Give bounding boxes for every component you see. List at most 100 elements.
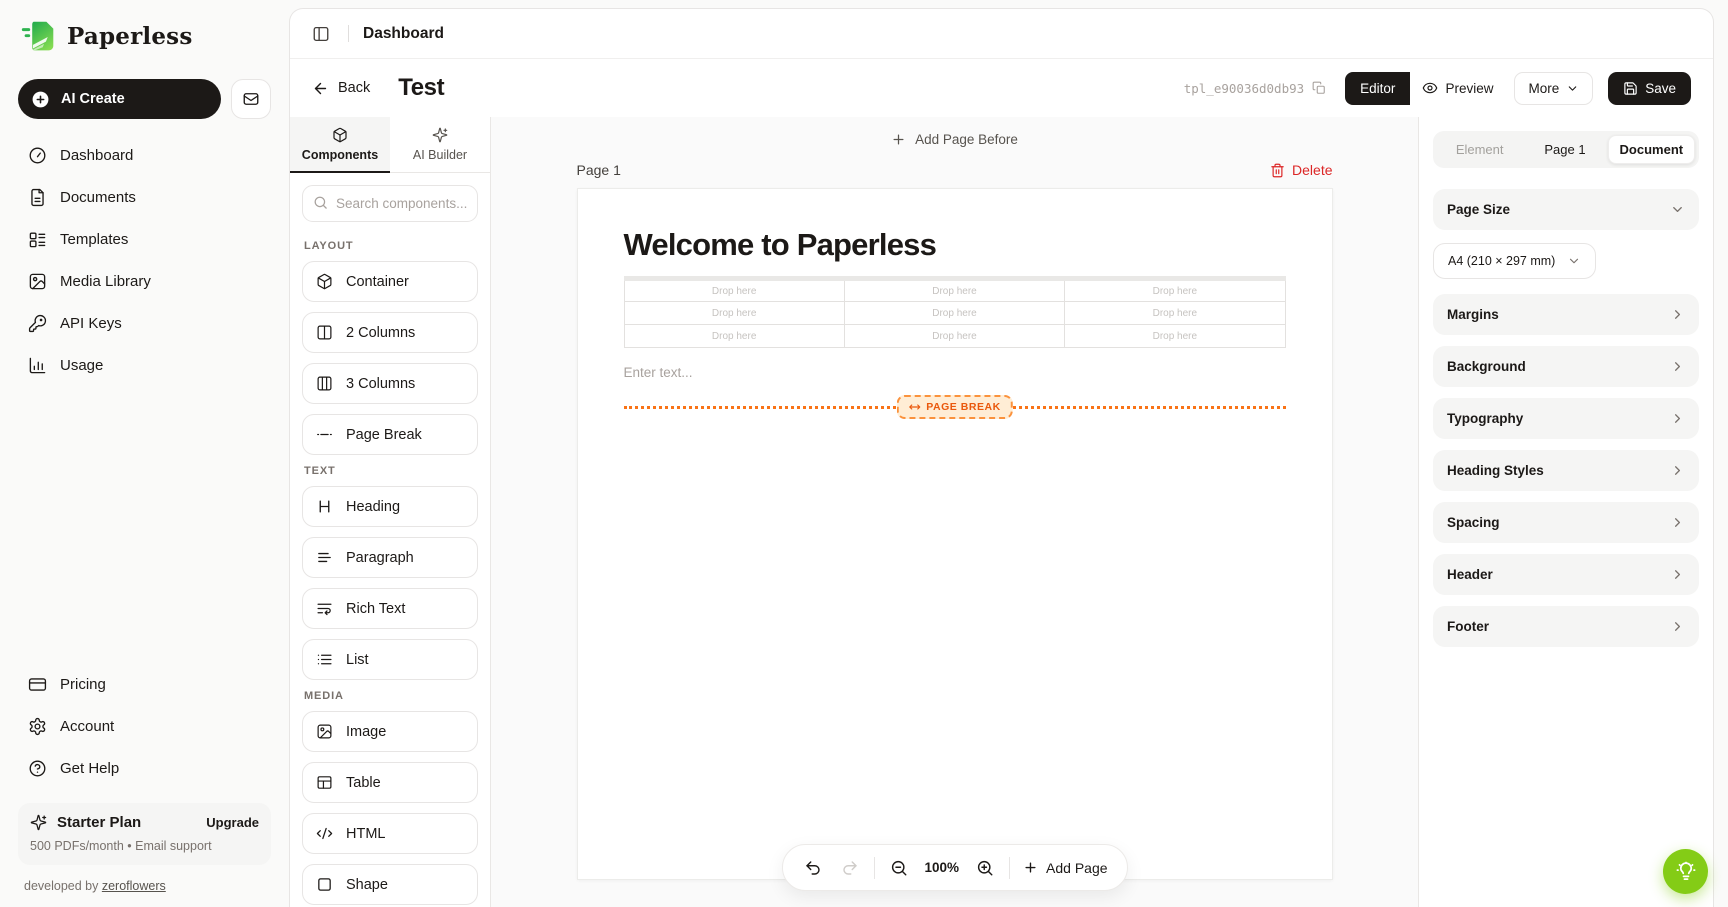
ai-create-button[interactable]: AI Create (18, 79, 221, 119)
credit-link[interactable]: zeroflowers (102, 879, 166, 893)
sidebar-item-media-library[interactable]: Media Library (18, 261, 271, 302)
zoom-out-icon (889, 859, 907, 877)
sidebar-item-templates[interactable]: Templates (18, 219, 271, 260)
page-size-section[interactable]: Page Size (1433, 189, 1699, 230)
component-item-container[interactable]: Container (302, 261, 478, 302)
page-break-badge[interactable]: PAGE BREAK (896, 395, 1012, 419)
more-button[interactable]: More (1514, 72, 1593, 105)
editor-mode-button[interactable]: Editor (1345, 72, 1410, 105)
redo-button[interactable] (836, 855, 862, 881)
assistant-fab[interactable] (1663, 849, 1708, 894)
component-item-3-columns[interactable]: 3 Columns (302, 363, 478, 404)
add-page-button[interactable]: Add Page (1021, 856, 1110, 880)
background-section[interactable]: Background (1433, 346, 1699, 387)
drop-zone-cell[interactable]: Drop here (844, 302, 1064, 325)
table-icon (316, 774, 333, 791)
sidebar-item-get-help[interactable]: Get Help (18, 748, 271, 789)
drop-zone-cell[interactable]: Drop here (1065, 302, 1285, 325)
margins-section[interactable]: Margins (1433, 294, 1699, 335)
page-header-row: Page 1 Delete (577, 162, 1333, 178)
zoom-in-button[interactable] (972, 855, 998, 881)
component-item-paragraph[interactable]: Paragraph (302, 537, 478, 578)
tab-label: Components (302, 148, 378, 162)
footer-section[interactable]: Footer (1433, 606, 1699, 647)
drop-zone-cell[interactable]: Drop here (624, 302, 844, 325)
save-button[interactable]: Save (1608, 72, 1691, 105)
plus-circle-icon (31, 90, 50, 109)
preview-mode-button[interactable]: Preview (1410, 71, 1505, 105)
tab-ai-builder[interactable]: AI Builder (390, 117, 490, 172)
section-title-layout: LAYOUT (304, 240, 478, 252)
topbar-divider (348, 25, 349, 42)
section-title-text: TEXT (304, 465, 478, 477)
component-label: 2 Columns (346, 325, 415, 341)
tab-page-1[interactable]: Page 1 (1522, 135, 1607, 164)
drop-zone-cell[interactable]: Drop here (844, 279, 1064, 302)
row-label: Spacing (1447, 515, 1500, 530)
zoom-in-icon (976, 859, 994, 877)
sidebar-item-pricing[interactable]: Pricing (18, 664, 271, 705)
tab-element[interactable]: Element (1437, 135, 1522, 164)
columns-3-icon (316, 375, 333, 392)
component-item-2-columns[interactable]: 2 Columns (302, 312, 478, 353)
delete-page-button[interactable]: Delete (1270, 162, 1332, 178)
component-label: 3 Columns (346, 376, 415, 392)
table-row: Drop here Drop here Drop here (624, 302, 1285, 325)
typography-section[interactable]: Typography (1433, 398, 1699, 439)
header-section[interactable]: Header (1433, 554, 1699, 595)
sidebar-item-account[interactable]: Account (18, 706, 271, 747)
component-item-shape[interactable]: Shape (302, 864, 478, 905)
row-label: Margins (1447, 307, 1499, 322)
arrow-left-icon (312, 80, 329, 97)
component-label: Paragraph (346, 550, 414, 566)
components-panel: Components AI Builder LAYOUT Contain (290, 117, 491, 907)
drop-zone-cell[interactable]: Drop here (1065, 325, 1285, 348)
spacing-section[interactable]: Spacing (1433, 502, 1699, 543)
page-size-select[interactable]: A4 (210 × 297 mm) (1433, 243, 1596, 279)
nav-label: Account (60, 718, 114, 735)
add-page-before-button[interactable]: Add Page Before (891, 132, 1018, 147)
component-item-heading[interactable]: Heading (302, 486, 478, 527)
component-item-list[interactable]: List (302, 639, 478, 680)
toolbar-divider (873, 857, 874, 879)
component-item-table[interactable]: Table (302, 762, 478, 803)
upgrade-button[interactable]: Upgrade (206, 815, 259, 830)
sidebar-toggle-button[interactable] (308, 21, 334, 47)
row-label: Heading Styles (1447, 463, 1544, 478)
component-item-page-break[interactable]: Page Break (302, 414, 478, 455)
text-block-placeholder[interactable]: Enter text... (624, 365, 1286, 380)
box-icon (332, 127, 348, 143)
drop-zone-cell[interactable]: Drop here (844, 325, 1064, 348)
sidebar-item-documents[interactable]: Documents (18, 177, 271, 218)
drop-zone-cell[interactable]: Drop here (1065, 279, 1285, 302)
panel-left-icon (312, 25, 330, 43)
chevron-right-icon (1670, 359, 1685, 374)
drop-zone-cell[interactable]: Drop here (624, 325, 844, 348)
tab-document[interactable]: Document (1608, 135, 1695, 164)
component-label: Image (346, 724, 386, 740)
wrap-text-icon (316, 600, 333, 617)
component-item-html[interactable]: HTML (302, 813, 478, 854)
mail-button[interactable] (231, 79, 271, 119)
sidebar-item-api-keys[interactable]: API Keys (18, 303, 271, 344)
search-components-input[interactable] (302, 185, 478, 222)
zoom-out-button[interactable] (885, 855, 911, 881)
editor-canvas: Add Page Before Page 1 Delete Welcome to… (491, 117, 1418, 907)
heading-styles-section[interactable]: Heading Styles (1433, 450, 1699, 491)
component-label: List (346, 652, 369, 668)
tab-components[interactable]: Components (290, 117, 390, 172)
sidebar-item-dashboard[interactable]: Dashboard (18, 135, 271, 176)
undo-button[interactable] (799, 855, 825, 881)
drop-zone-cell[interactable]: Drop here (624, 279, 844, 302)
nav-label: Documents (60, 189, 136, 206)
component-label: HTML (346, 826, 385, 842)
sidebar-item-usage[interactable]: Usage (18, 345, 271, 386)
copy-template-id-button[interactable] (1312, 81, 1326, 95)
component-item-image[interactable]: Image (302, 711, 478, 752)
component-item-rich-text[interactable]: Rich Text (302, 588, 478, 629)
back-button[interactable]: Back (312, 80, 370, 97)
main-card: Dashboard Back Test tpl_e90036d0db93 Edi… (289, 8, 1714, 907)
nav-label: Media Library (60, 273, 151, 290)
document-heading[interactable]: Welcome to Paperless (624, 227, 1286, 263)
document-title: Test (398, 74, 444, 102)
